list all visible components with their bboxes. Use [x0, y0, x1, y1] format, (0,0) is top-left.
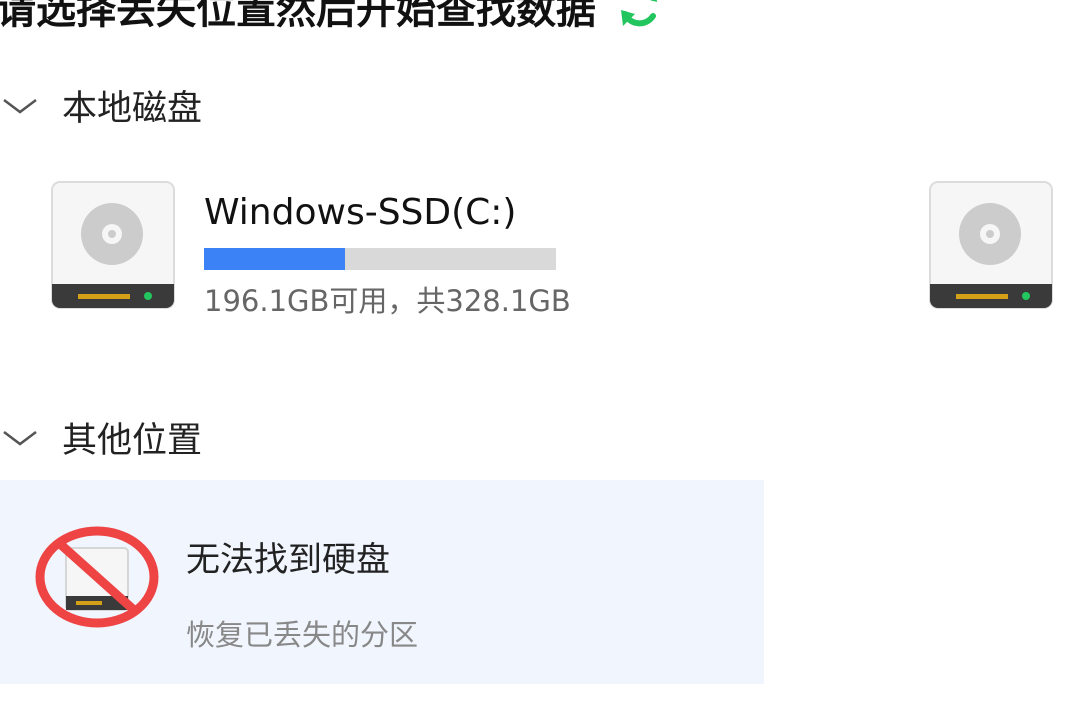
chevron-down-icon: [0, 93, 40, 117]
lost-partition-card[interactable]: 无法找到硬盘 恢复已丢失的分区: [0, 480, 764, 684]
lost-partition-title: 无法找到硬盘: [186, 540, 390, 580]
section-label-other: 其他位置: [62, 420, 203, 461]
refresh-button[interactable]: [612, 0, 666, 33]
drive-usage-bar: [204, 248, 556, 270]
chevron-down-icon: [0, 425, 40, 449]
drive-name: Windows-SSD(C:): [204, 192, 517, 233]
drive-space-text: 196.1GB可用，共328.1GB: [204, 284, 571, 318]
no-drive-icon: [35, 526, 159, 628]
section-local-disks[interactable]: 本地磁盘: [0, 80, 202, 130]
section-label-local: 本地磁盘: [62, 88, 203, 129]
app-page: 请选择丢失位置然后开始查找数据 本地磁盘 Windows-SSD(C:) 196…: [0, 0, 1080, 720]
drive-usage-fill: [204, 248, 345, 270]
section-other-locations[interactable]: 其他位置: [0, 412, 202, 462]
lost-partition-subtitle: 恢复已丢失的分区: [186, 618, 419, 652]
page-title: 请选择丢失位置然后开始查找数据: [0, 0, 596, 33]
header: 请选择丢失位置然后开始查找数据: [0, 0, 666, 34]
drive-card-2[interactable]: [928, 180, 1060, 315]
refresh-icon: [621, 0, 657, 27]
hard-drive-icon: [929, 181, 1053, 309]
drive-card-c[interactable]: Windows-SSD(C:) 196.1GB可用，共328.1GB: [50, 180, 690, 318]
hard-drive-icon: [51, 181, 175, 309]
